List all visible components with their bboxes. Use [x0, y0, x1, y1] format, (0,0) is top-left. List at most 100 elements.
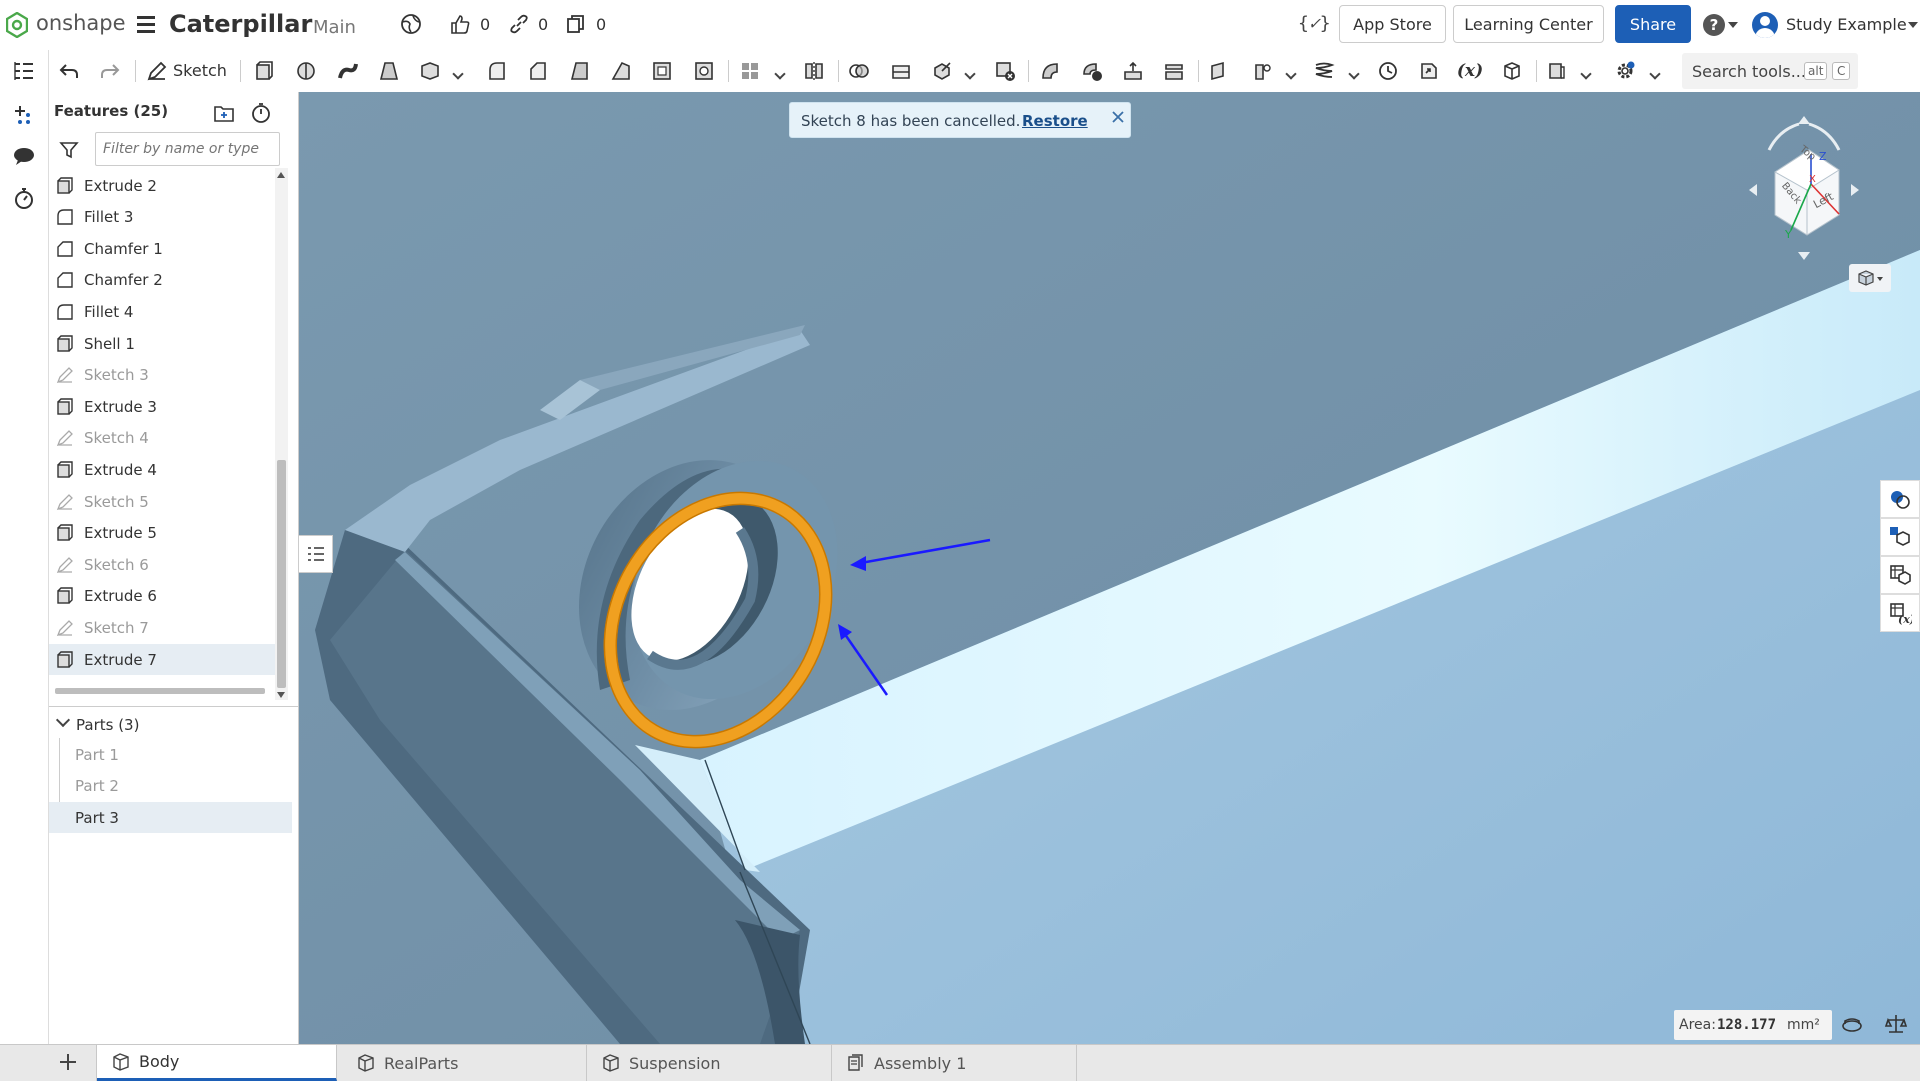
help-dropdown-icon[interactable] — [1728, 22, 1738, 28]
feature-item[interactable]: Chamfer 2 — [49, 265, 282, 296]
feature-item[interactable]: Fillet 4 — [49, 296, 282, 327]
part-studio-icon[interactable] — [1500, 59, 1524, 83]
feature-panel-toggle-icon[interactable] — [299, 535, 333, 573]
feature-item[interactable]: Sketch 7 — [49, 612, 282, 643]
feature-item[interactable]: Extrude 7 — [49, 644, 282, 675]
replace-face-icon[interactable] — [1162, 59, 1186, 83]
custom-feature-dropdown-icon[interactable] — [1580, 68, 1592, 80]
app-store-button[interactable]: App Store — [1339, 5, 1446, 43]
custom-feature-icon[interactable] — [1545, 59, 1569, 83]
tab-suspension[interactable]: Suspension — [587, 1045, 832, 1081]
plane-dropdown-icon[interactable] — [1285, 68, 1297, 80]
derived-icon[interactable] — [1417, 59, 1441, 83]
feature-filter-input[interactable] — [95, 132, 280, 166]
avatar[interactable] — [1752, 12, 1778, 38]
split-icon[interactable] — [889, 59, 913, 83]
comments-icon[interactable] — [12, 144, 36, 168]
link-icon[interactable] — [508, 13, 530, 35]
hole-icon[interactable] — [692, 59, 716, 83]
part-item[interactable]: Part 2 — [49, 771, 292, 802]
helix-icon[interactable] — [1312, 59, 1336, 83]
tab-realparts[interactable]: RealParts — [342, 1045, 587, 1081]
view-options-button[interactable] — [1849, 264, 1891, 292]
feature-item[interactable]: Extrude 4 — [49, 454, 282, 485]
feature-item[interactable]: Chamfer 1 — [49, 233, 282, 264]
plane-icon[interactable] — [1208, 59, 1232, 83]
copy-icon[interactable] — [565, 13, 587, 35]
onshape-logo-icon[interactable] — [5, 11, 29, 39]
thumbs-up-icon[interactable] — [449, 13, 471, 35]
user-name[interactable]: Study Example — [1786, 15, 1907, 34]
feature-list-scrollbar[interactable] — [275, 168, 288, 700]
feature-item[interactable]: Extrude 3 — [49, 391, 282, 422]
measure-tool-icon[interactable] — [1840, 1012, 1864, 1036]
filter-funnel-icon[interactable] — [59, 140, 79, 160]
rib-icon[interactable] — [609, 59, 633, 83]
stopwatch-icon[interactable] — [12, 186, 36, 210]
draft-icon[interactable] — [568, 59, 592, 83]
move-face-icon[interactable] — [1121, 59, 1145, 83]
feature-list-icon[interactable] — [12, 60, 36, 84]
feature-item[interactable]: Sketch 6 — [49, 549, 282, 580]
sweep-icon[interactable] — [336, 59, 360, 83]
scrollbar-thumb[interactable] — [277, 460, 286, 688]
feature-item[interactable]: Sketch 4 — [49, 423, 282, 454]
share-button[interactable]: Share — [1615, 5, 1691, 43]
feature-item[interactable]: Extrude 6 — [49, 581, 282, 612]
variables-icon[interactable]: {✓} — [1298, 13, 1331, 37]
rollback-timer-icon[interactable] — [250, 102, 272, 124]
user-dropdown-icon[interactable] — [1908, 22, 1918, 28]
branch-name[interactable]: Main — [313, 17, 356, 38]
transform-icon[interactable] — [930, 59, 954, 83]
transform-dropdown-icon[interactable] — [964, 68, 976, 80]
helix-dropdown-icon[interactable] — [1348, 68, 1360, 80]
brand-name[interactable]: onshape — [36, 11, 126, 35]
chamfer-icon[interactable] — [526, 59, 550, 83]
extrude-icon[interactable] — [252, 59, 276, 83]
undo-icon[interactable] — [57, 59, 81, 83]
configuration-panel-icon[interactable] — [1880, 518, 1920, 556]
variable-table-icon[interactable]: (x) — [1880, 594, 1920, 632]
graphics-viewport[interactable]: Sketch 8 has been cancelled. Restore Top… — [299, 92, 1920, 1044]
boolean-icon[interactable] — [847, 59, 871, 83]
mate-connector-icon[interactable] — [1250, 59, 1274, 83]
scroll-up-arrow-icon[interactable] — [277, 172, 285, 178]
settings-gear-icon[interactable] — [1613, 59, 1637, 83]
thicken-icon[interactable] — [418, 59, 442, 83]
parts-collapse-chevron-icon[interactable] — [55, 712, 71, 728]
new-folder-icon[interactable] — [213, 102, 235, 124]
thicken-dropdown-icon[interactable] — [452, 68, 464, 80]
revolve-icon[interactable] — [294, 59, 318, 83]
search-tools-field[interactable]: Search tools... alt C — [1682, 53, 1858, 89]
sketch-button-label[interactable]: Sketch — [173, 61, 227, 80]
feature-item[interactable]: Shell 1 — [49, 328, 282, 359]
close-icon[interactable] — [1110, 109, 1126, 125]
part-item[interactable]: Part 1 — [49, 739, 292, 770]
feature-item[interactable]: Extrude 2 — [49, 170, 282, 201]
feature-item[interactable]: Sketch 3 — [49, 360, 282, 391]
linear-pattern-icon[interactable] — [738, 59, 762, 83]
document-title[interactable]: Caterpillar — [169, 10, 312, 38]
hamburger-menu-icon[interactable] — [137, 16, 155, 33]
bill-of-materials-icon[interactable] — [1880, 556, 1920, 594]
horizontal-scrollbar[interactable] — [55, 688, 265, 694]
feature-item[interactable]: Fillet 3 — [49, 202, 282, 233]
tab-body[interactable]: Body — [97, 1045, 337, 1081]
view-cube[interactable]: Top Back Left X Y Z — [1729, 110, 1879, 270]
variable-icon[interactable]: (x) — [1457, 59, 1483, 83]
feature-item[interactable]: Extrude 5 — [49, 518, 282, 549]
appearance-panel-icon[interactable] — [1880, 480, 1920, 518]
restore-link[interactable]: Restore — [1022, 112, 1088, 130]
delete-face-icon[interactable] — [1080, 59, 1104, 83]
tab-assembly-1[interactable]: Assembly 1 — [832, 1045, 1077, 1081]
modify-fillet-icon[interactable] — [1038, 59, 1062, 83]
settings-dropdown-icon[interactable] — [1649, 68, 1661, 80]
add-tab-icon[interactable] — [58, 1052, 78, 1072]
history-icon[interactable] — [1376, 59, 1400, 83]
redo-icon[interactable] — [98, 59, 122, 83]
delete-part-icon[interactable] — [993, 59, 1017, 83]
parts-title[interactable]: Parts (3) — [76, 716, 139, 734]
globe-icon[interactable] — [400, 13, 422, 35]
add-instance-icon[interactable] — [12, 102, 36, 126]
part-item[interactable]: Part 3 — [49, 802, 292, 834]
